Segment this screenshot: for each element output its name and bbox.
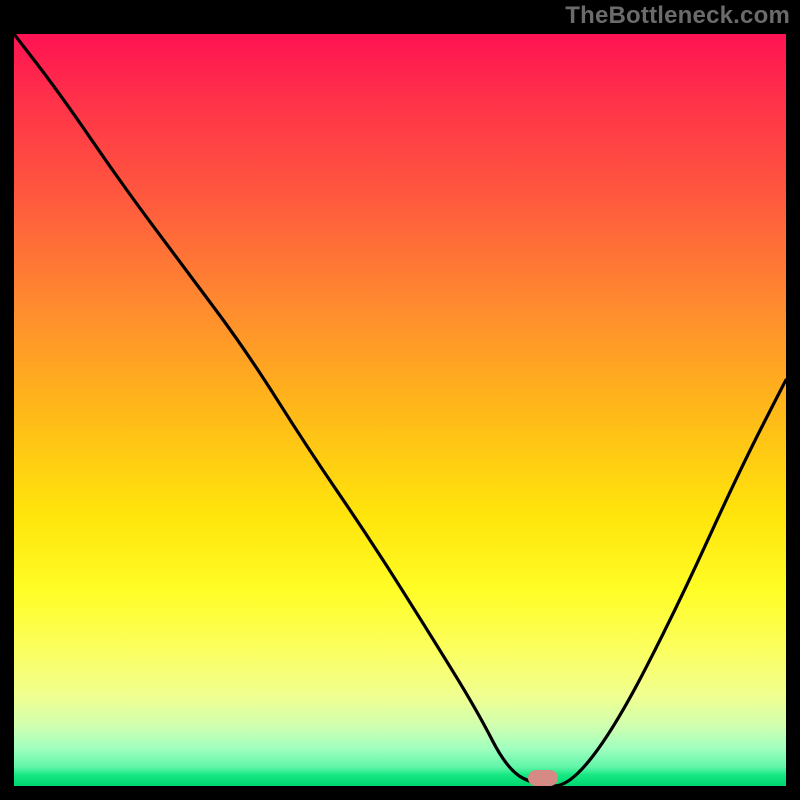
watermark-text: TheBottleneck.com [565, 2, 790, 30]
chart-root: TheBottleneck.com [0, 0, 800, 800]
optimum-marker [528, 770, 558, 786]
plot-area [14, 34, 786, 786]
bottleneck-curve [14, 34, 786, 786]
